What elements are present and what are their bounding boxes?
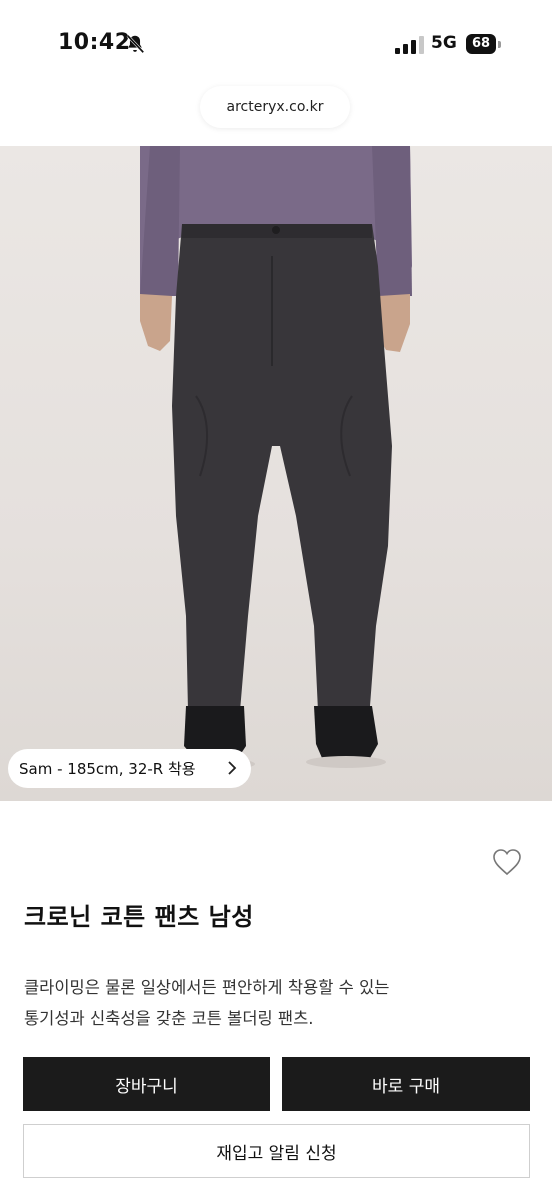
buy-now-button[interactable]: 바로 구매: [282, 1057, 530, 1111]
buy-now-label: 바로 구매: [372, 1076, 440, 1097]
battery-icon: 68: [466, 34, 502, 54]
model-info-text: Sam - 185cm, 32-R 착용: [19, 760, 196, 778]
add-to-cart-button[interactable]: 장바구니: [23, 1057, 270, 1111]
model-info-chip[interactable]: Sam - 185cm, 32-R 착용: [8, 749, 251, 788]
product-image[interactable]: [0, 146, 552, 801]
status-time: 10:42: [58, 30, 131, 55]
address-text: arcteryx.co.kr: [226, 99, 324, 115]
network-type: 5G: [431, 33, 457, 53]
product-title: 크로닌 코튼 팬츠 남성: [24, 903, 254, 931]
add-to-cart-label: 장바구니: [115, 1076, 178, 1097]
status-bar: 10:42 5G 68: [0, 0, 552, 90]
description-line-2: 통기성과 신축성을 갖춘 코튼 볼더링 팬츠.: [24, 1009, 314, 1028]
address-bar[interactable]: arcteryx.co.kr: [200, 86, 350, 128]
heart-outline-icon[interactable]: [492, 848, 522, 876]
action-bar: 장바구니 바로 구매 재입고 알림 신청: [0, 1036, 552, 1200]
description-line-1: 클라이밍은 물론 일상에서든 편안하게 착용할 수 있는: [24, 978, 390, 997]
product-description: 클라이밍은 물론 일상에서든 편안하게 착용할 수 있는 통기성과 신축성을 갖…: [24, 972, 524, 1034]
restock-notify-label: 재입고 알림 신청: [216, 1143, 337, 1164]
chevron-right-icon: [228, 761, 237, 775]
battery-cap: [498, 41, 501, 48]
battery-level: 68: [466, 34, 496, 54]
bell-slash-icon: [126, 34, 145, 54]
restock-notify-button[interactable]: 재입고 알림 신청: [23, 1124, 530, 1178]
product-photo: [140, 146, 412, 770]
signal-bars-icon: [395, 36, 424, 54]
